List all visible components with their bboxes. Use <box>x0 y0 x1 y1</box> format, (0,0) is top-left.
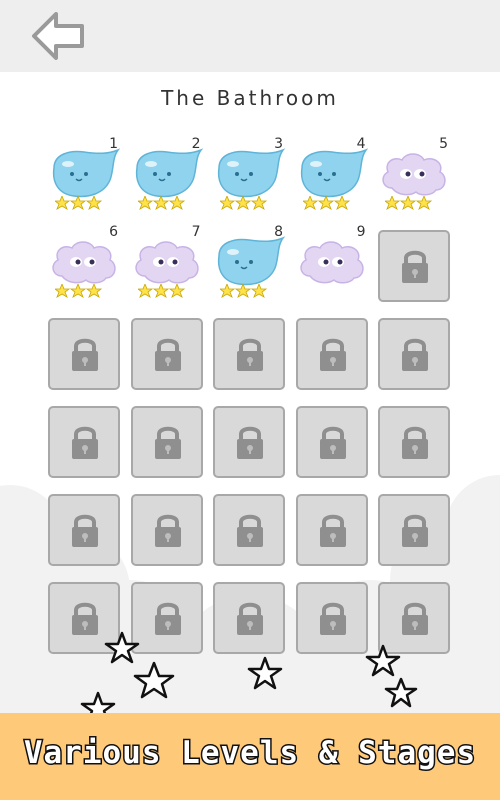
level-cell-locked[interactable] <box>378 318 450 390</box>
left-arrow-icon <box>32 12 84 60</box>
level-cell-locked[interactable] <box>378 406 450 478</box>
water-drop-character-icon <box>296 148 368 202</box>
water-drop-character-icon <box>48 148 121 202</box>
level-number: 8 <box>274 224 283 240</box>
level-cell-locked[interactable] <box>295 582 368 654</box>
level-number: 1 <box>109 136 118 152</box>
star-rating <box>55 284 103 298</box>
water-drop-character-icon <box>213 148 286 202</box>
banner-text: Various Levels & Stages <box>22 734 477 773</box>
level-cell-2[interactable]: 2 <box>131 136 203 214</box>
star-rating <box>220 196 268 210</box>
promo-banner: Various Levels & Stages <box>0 713 500 800</box>
decorative-stars-right <box>365 644 418 708</box>
decorative-star-center <box>247 656 283 690</box>
level-cell-locked[interactable] <box>213 406 285 478</box>
water-drop-character-icon <box>131 148 203 202</box>
cloud-character-icon <box>48 236 120 290</box>
level-cell-3[interactable]: 3 <box>213 136 286 214</box>
stage-title: The Bathroom <box>161 86 339 110</box>
level-number: 9 <box>356 224 366 240</box>
level-number: 4 <box>356 136 366 152</box>
level-cell-locked[interactable] <box>213 494 285 566</box>
cloud-character-icon <box>131 236 203 290</box>
star-rating <box>385 196 433 210</box>
level-cell-locked[interactable] <box>48 406 120 478</box>
level-cell-locked[interactable] <box>48 494 120 566</box>
level-cell-locked[interactable] <box>378 230 450 302</box>
level-number: 6 <box>109 224 118 240</box>
level-cell-locked[interactable] <box>130 494 203 566</box>
level-number: 2 <box>191 136 201 152</box>
top-bar <box>0 0 500 72</box>
star-rating <box>302 196 350 210</box>
water-drop-character-icon <box>213 236 286 290</box>
level-cell-locked[interactable] <box>130 318 203 390</box>
back-button[interactable] <box>30 10 86 62</box>
star-rating <box>137 196 185 210</box>
level-number: 3 <box>274 136 283 152</box>
level-cell-1[interactable]: 1 <box>48 136 121 214</box>
star-rating <box>220 284 268 298</box>
level-cell-locked[interactable] <box>295 318 368 390</box>
level-cell-locked[interactable] <box>378 494 450 566</box>
level-cell-locked[interactable] <box>213 318 285 390</box>
level-cell-locked[interactable] <box>295 406 368 478</box>
star-rating <box>55 196 103 210</box>
level-cell-locked[interactable] <box>48 318 120 390</box>
level-cell-locked[interactable] <box>130 406 203 478</box>
decorative-stars-left <box>80 631 175 724</box>
level-number: 7 <box>191 224 201 240</box>
level-cell-6[interactable]: 6 <box>48 224 120 302</box>
level-cell-locked[interactable] <box>213 582 285 654</box>
star-rating <box>137 284 185 298</box>
level-cell-9[interactable]: 9 <box>296 224 368 302</box>
level-cell-4[interactable]: 4 <box>296 136 368 214</box>
cloud-character-icon <box>296 236 368 290</box>
level-number: 5 <box>439 136 448 152</box>
level-cell-5[interactable]: 5 <box>378 136 450 214</box>
level-cell-locked[interactable] <box>295 494 368 566</box>
cloud-character-icon <box>378 148 450 202</box>
level-cell-7[interactable]: 7 <box>131 224 203 302</box>
level-cell-8[interactable]: 8 <box>213 224 286 302</box>
